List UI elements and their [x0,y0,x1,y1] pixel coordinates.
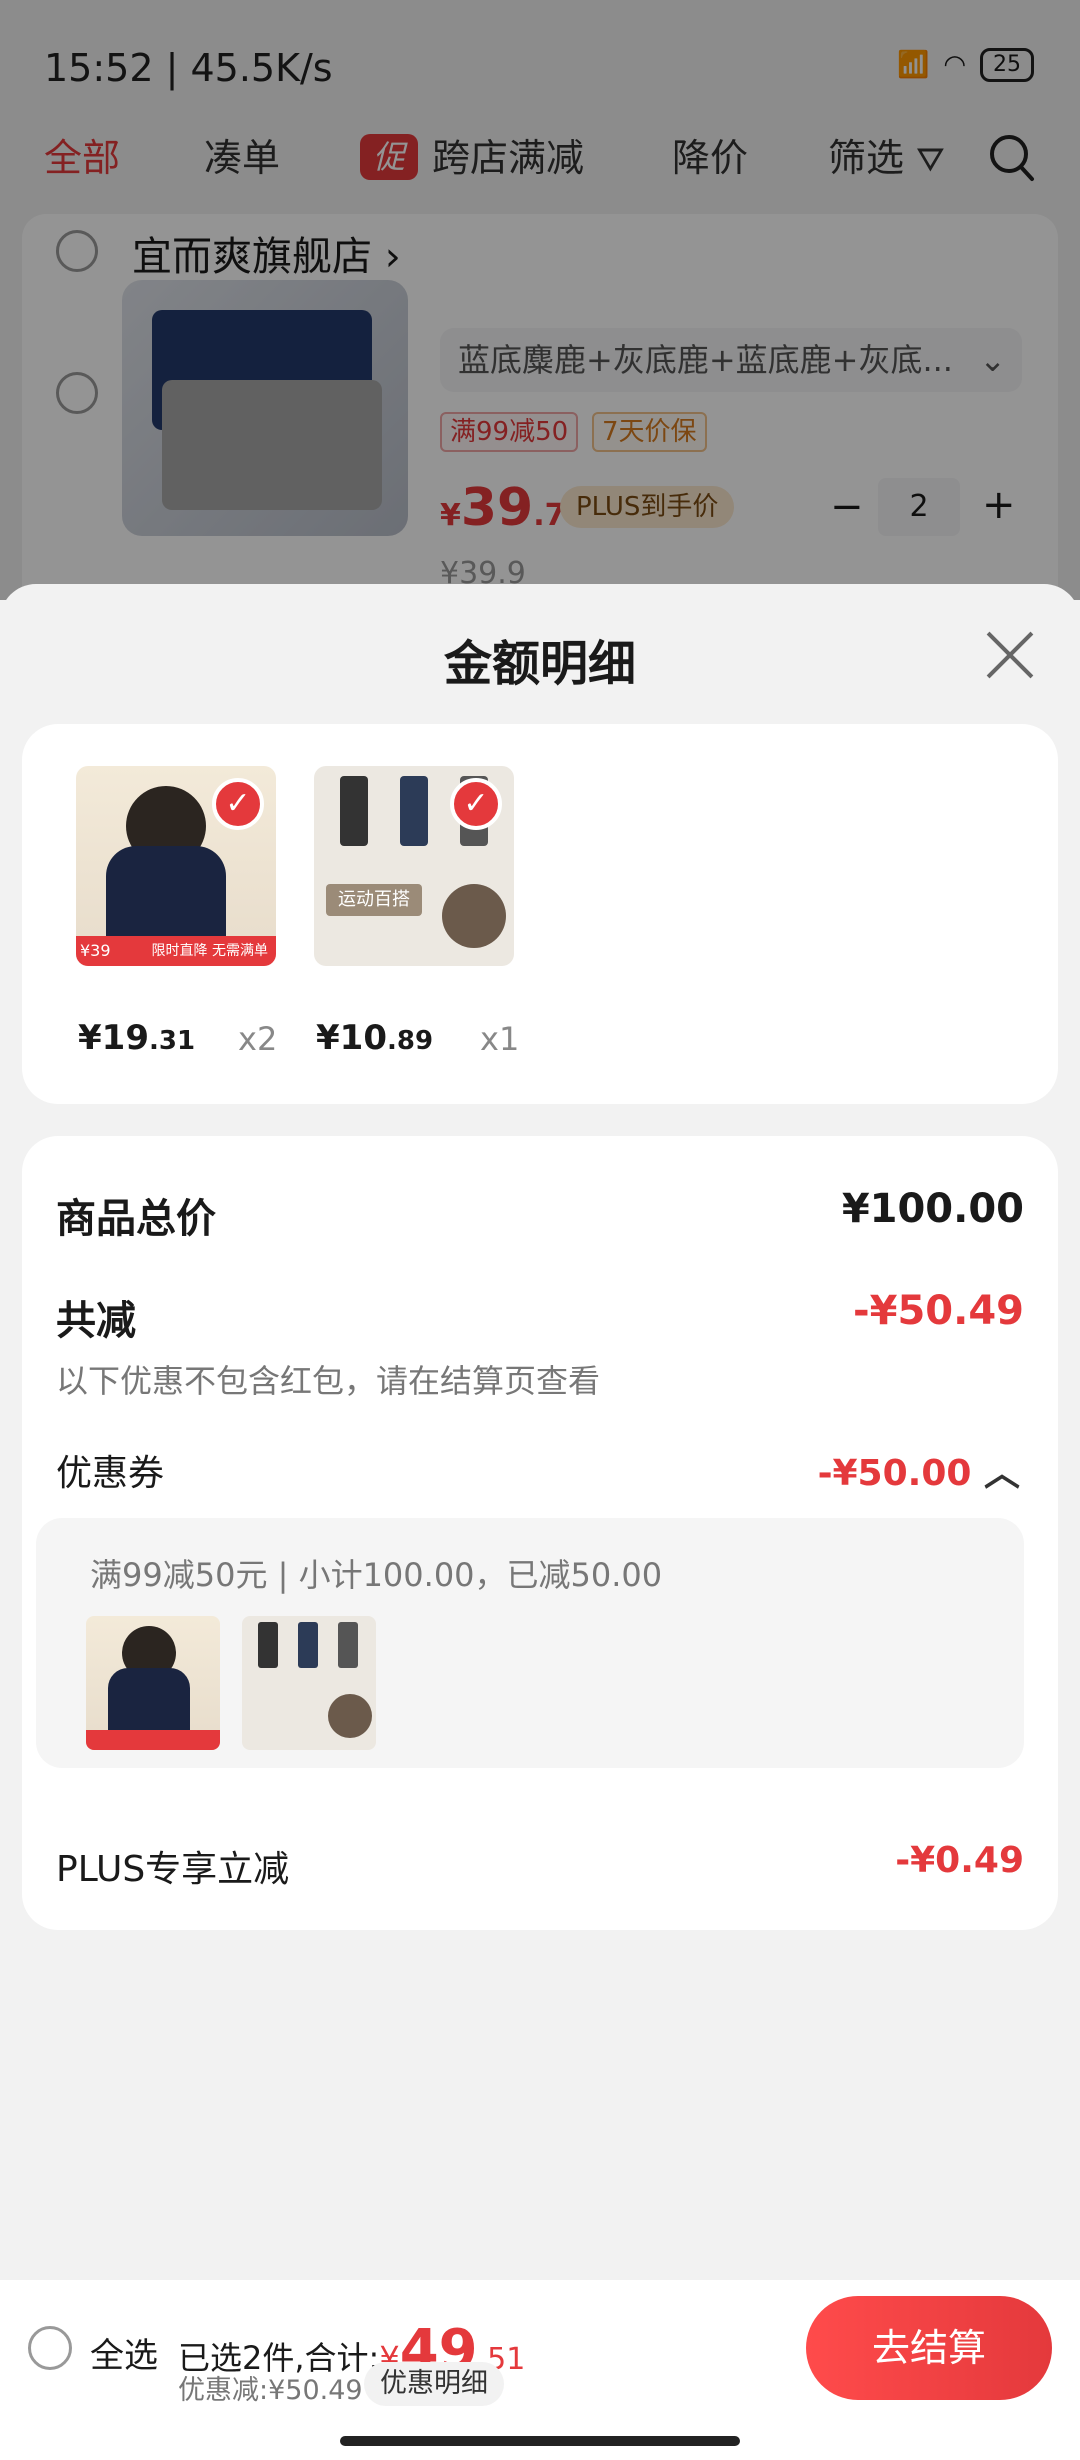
price-detail-button[interactable]: 优惠明细 [364,2362,504,2406]
close-icon[interactable] [984,628,1036,680]
total-label: 商品总价 [56,1196,216,1242]
item-1-price: ¥19.31 [78,1018,196,1058]
coupon-item-thumb-1 [86,1616,220,1750]
thumb-price-tag: ¥39 [80,941,111,960]
home-indicator [340,2436,740,2446]
checkout-button[interactable]: 去结算 [806,2296,1052,2400]
saved-amount: 优惠减:¥50.49 [178,2375,363,2406]
coupon-detail-box: 满99减50元 | 小计100.00，已减50.00 [36,1518,1024,1768]
item-2-qty: x1 [480,1020,520,1058]
select-all-label[interactable]: 全选 [90,2328,158,2377]
selected-check-icon: ✓ [450,778,502,830]
thumb-sock-tag: 运动百搭 [326,884,422,916]
coupon-label: 优惠券 [56,1453,165,1494]
discount-note: 以下优惠不包含红包，请在结算页查看 [56,1362,601,1400]
cart-background: 15:52 | 45.5K/s 📶 ◠ 25 全部 凑单 促跨店满减 降价 筛选… [0,0,1080,634]
total-value: ¥100.00 [841,1186,1024,1232]
item-thumb-2[interactable]: 运动百搭 ✓ [314,766,514,966]
item-1-qty: x2 [238,1020,278,1058]
discount-value: -¥50.49 [853,1288,1024,1334]
selected-check-icon: ✓ [212,778,264,830]
coupon-toggle[interactable]: -¥50.00 ︿ [818,1444,1020,1496]
discount-label: 共减 [56,1298,136,1344]
sheet-title: 金额明细 [443,636,636,692]
chevron-up-icon: ︿ [983,1453,1020,1494]
coupon-item-thumb-2 [242,1616,376,1750]
plus-discount-value: -¥0.49 [895,1840,1024,1881]
coupon-detail-text: 满99减50元 | 小计100.00，已减50.00 [90,1556,663,1594]
modal-overlay[interactable] [0,0,1080,600]
item-2-price: ¥10.89 [316,1018,434,1058]
plus-discount-label: PLUS专享立减 [56,1849,290,1890]
select-all-checkbox[interactable] [28,2326,72,2370]
item-thumb-1[interactable]: 限时直降 无需满单 ¥39 ✓ [76,766,276,966]
